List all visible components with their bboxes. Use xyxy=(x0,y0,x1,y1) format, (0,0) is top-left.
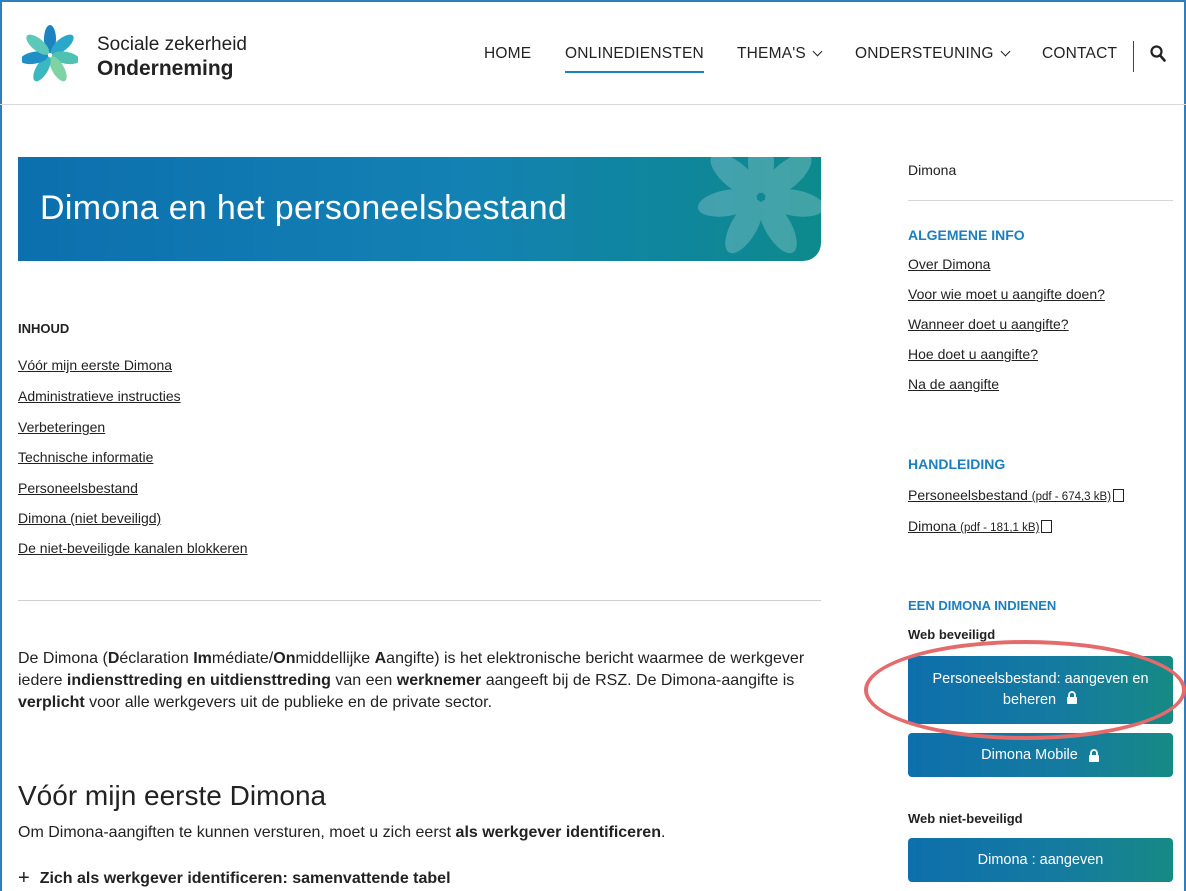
intro-bold: On xyxy=(273,650,296,667)
sidebar-heading-algemene-info: ALGEMENE INFO xyxy=(908,227,1025,243)
flower-icon xyxy=(697,157,821,254)
nav-ondersteuning-label: ONDERSTEUNING xyxy=(855,45,994,62)
brand-line-2: Onderneming xyxy=(97,57,234,80)
sidebar-pdf-link[interactable]: Dimona (pdf - 181,1 kB) xyxy=(908,518,1053,534)
dimona-mobile-label: Dimona Mobile xyxy=(981,747,1078,763)
pdf-link-label: Dimona xyxy=(908,518,957,534)
toc-link[interactable]: De niet-beveiligde kanalen blokkeren xyxy=(18,540,248,556)
toc-link[interactable]: Technische informatie xyxy=(18,449,153,465)
pdf-icon xyxy=(1113,489,1125,502)
intro-bold: Im xyxy=(193,650,212,667)
sidebar-link[interactable]: Over Dimona xyxy=(908,256,990,272)
toc-link[interactable]: Vóór mijn eerste Dimona xyxy=(18,357,172,373)
toc-link[interactable]: Personeelsbestand xyxy=(18,480,138,496)
brand-line-1: Sociale zekerheid xyxy=(97,34,247,55)
logo-icon[interactable] xyxy=(22,24,78,86)
site-header: Sociale zekerheid Onderneming HOME ONLIN… xyxy=(0,0,1186,105)
sidebar-heading-handleiding: HANDLEIDING xyxy=(908,456,1006,472)
section-paragraph: Om Dimona-aangiften te kunnen versturen,… xyxy=(18,824,665,842)
sidebar-link[interactable]: Voor wie moet u aangifte doen? xyxy=(908,286,1105,302)
section-bold: als werkgever identificeren xyxy=(455,824,661,841)
plus-icon: + xyxy=(18,867,30,889)
intro-text: van een xyxy=(330,672,397,689)
inhoud-title: INHOUD xyxy=(18,321,70,336)
intro-text: médiate/ xyxy=(211,650,274,667)
toc-link[interactable]: Dimona (niet beveiligd) xyxy=(18,510,161,526)
lock-icon xyxy=(1088,748,1099,762)
sidebar-pdf-link[interactable]: Personeelsbestand (pdf - 674,3 kB) xyxy=(908,487,1125,503)
nav-home[interactable]: HOME xyxy=(484,45,531,63)
nav-themas[interactable]: THEMA'S xyxy=(737,45,823,63)
section-text: . xyxy=(660,824,666,841)
chevron-down-icon xyxy=(812,46,823,57)
intro-text: middellijke xyxy=(295,650,375,667)
nav-themas-label: THEMA'S xyxy=(737,45,806,62)
intro-bold: indiensttreding en uitdiensttreding xyxy=(66,672,331,689)
sidebar-title: Dimona xyxy=(908,162,957,178)
sidebar-link[interactable]: Na de aangifte xyxy=(908,376,999,392)
content-divider xyxy=(18,600,821,601)
intro-bold: A xyxy=(374,650,387,667)
accordion-label: Zich als werkgever identificeren: samenv… xyxy=(39,870,451,887)
hero-banner: Dimona en het personeelsbestand xyxy=(18,157,821,261)
dimona-aangeven-label: Dimona : aangeven xyxy=(977,852,1104,868)
intro-paragraph: De Dimona (Déclaration Immédiate/Onmidde… xyxy=(18,648,828,714)
search-icon[interactable] xyxy=(1150,45,1166,63)
pdf-icon xyxy=(1041,520,1053,533)
nav-divider xyxy=(1133,41,1134,72)
web-beveiligd-label: Web beveiligd xyxy=(908,627,996,642)
toc-link[interactable]: Verbeteringen xyxy=(18,419,105,435)
pdf-link-label: Personeelsbestand xyxy=(908,487,1028,503)
sidebar-heading-indienen: EEN DIMONA INDIENEN xyxy=(908,598,1057,613)
intro-text: aangeeft bij de RSZ. De Dimona-aangifte … xyxy=(481,672,795,689)
intro-bold: verplicht xyxy=(18,694,85,711)
nav-contact[interactable]: CONTACT xyxy=(1042,45,1117,63)
section-text: Om Dimona-aangiften te kunnen versturen,… xyxy=(18,824,456,841)
sidebar-link[interactable]: Wanneer doet u aangifte? xyxy=(908,316,1069,332)
accordion-toggle[interactable]: + Zich als werkgever identificeren: samen… xyxy=(18,866,451,889)
web-niet-beveiligd-label: Web niet-beveiligd xyxy=(908,811,1023,826)
lock-icon xyxy=(1067,691,1078,704)
pdf-link-meta: (pdf - 181,1 kB) xyxy=(960,522,1040,534)
intro-bold: werknemer xyxy=(396,672,482,689)
intro-text: voor alle werkgevers uit de publieke en … xyxy=(84,694,493,711)
sidebar-link[interactable]: Hoe doet u aangifte? xyxy=(908,346,1038,362)
section-heading: Vóór mijn eerste Dimona xyxy=(18,780,327,811)
nav-onlinediensten[interactable]: ONLINEDIENSTEN xyxy=(565,45,704,73)
intro-bold: D xyxy=(107,650,120,667)
button-text: Personeelsbestand: aangeven en beheren xyxy=(932,671,1149,708)
page-title: Dimona en het personeelsbestand xyxy=(40,189,568,227)
toc-link[interactable]: Administratieve instructies xyxy=(18,388,181,404)
dimona-mobile-button[interactable]: Dimona Mobile xyxy=(908,733,1173,777)
sidebar-divider xyxy=(908,200,1173,201)
nav-ondersteuning[interactable]: ONDERSTEUNING xyxy=(855,45,1011,63)
chevron-down-icon xyxy=(1000,46,1011,57)
intro-text: De Dimona ( xyxy=(18,650,108,667)
pdf-link-meta: (pdf - 674,3 kB) xyxy=(1031,491,1112,503)
dimona-aangeven-button[interactable]: Dimona : aangeven xyxy=(908,838,1173,882)
personeelsbestand-button[interactable]: Personeelsbestand: aangeven en beheren xyxy=(908,656,1173,724)
personeelsbestand-button-label: Personeelsbestand: aangeven en beheren xyxy=(916,669,1165,711)
intro-text: éclaration xyxy=(119,650,194,667)
